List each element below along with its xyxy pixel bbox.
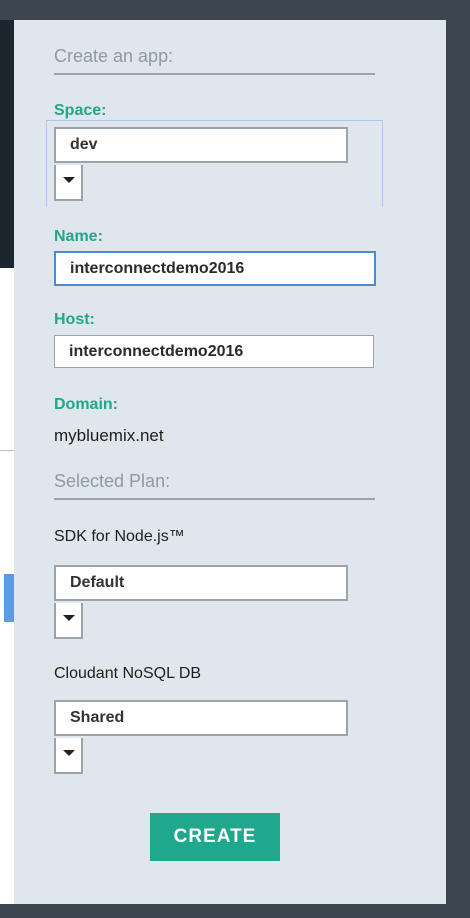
background-dark-block (0, 20, 14, 268)
name-label: Name: (54, 228, 103, 245)
cloudant-plan-select-toggle[interactable] (54, 738, 83, 774)
host-label: Host: (54, 311, 95, 328)
create-button[interactable]: CREATE (150, 813, 280, 861)
cloudant-plan-label: Cloudant NoSQL DB (54, 665, 202, 682)
space-label: Space: (54, 102, 107, 119)
chevron-down-icon (63, 615, 75, 621)
create-app-panel: Create an app: Space: dev Name: Host: Do… (14, 20, 446, 904)
name-input[interactable] (54, 251, 376, 286)
chevron-down-icon (63, 750, 75, 756)
create-app-header: Create an app: (54, 46, 375, 75)
space-select-toggle[interactable] (54, 165, 83, 201)
sdk-plan-select-toggle[interactable] (54, 603, 83, 639)
background-divider (0, 450, 14, 451)
background-accent-tab (4, 574, 14, 622)
host-input[interactable] (54, 335, 374, 368)
background-page-strip (0, 20, 14, 904)
domain-value: mybluemix.net (54, 426, 164, 445)
space-select[interactable]: dev (54, 127, 348, 163)
sdk-plan-label: SDK for Node.js™ (54, 528, 185, 545)
domain-label: Domain: (54, 396, 118, 413)
chevron-down-icon (63, 177, 75, 183)
cloudant-plan-select[interactable]: Shared (54, 700, 348, 736)
sdk-plan-select[interactable]: Default (54, 565, 348, 601)
selected-plan-header: Selected Plan: (54, 471, 375, 500)
